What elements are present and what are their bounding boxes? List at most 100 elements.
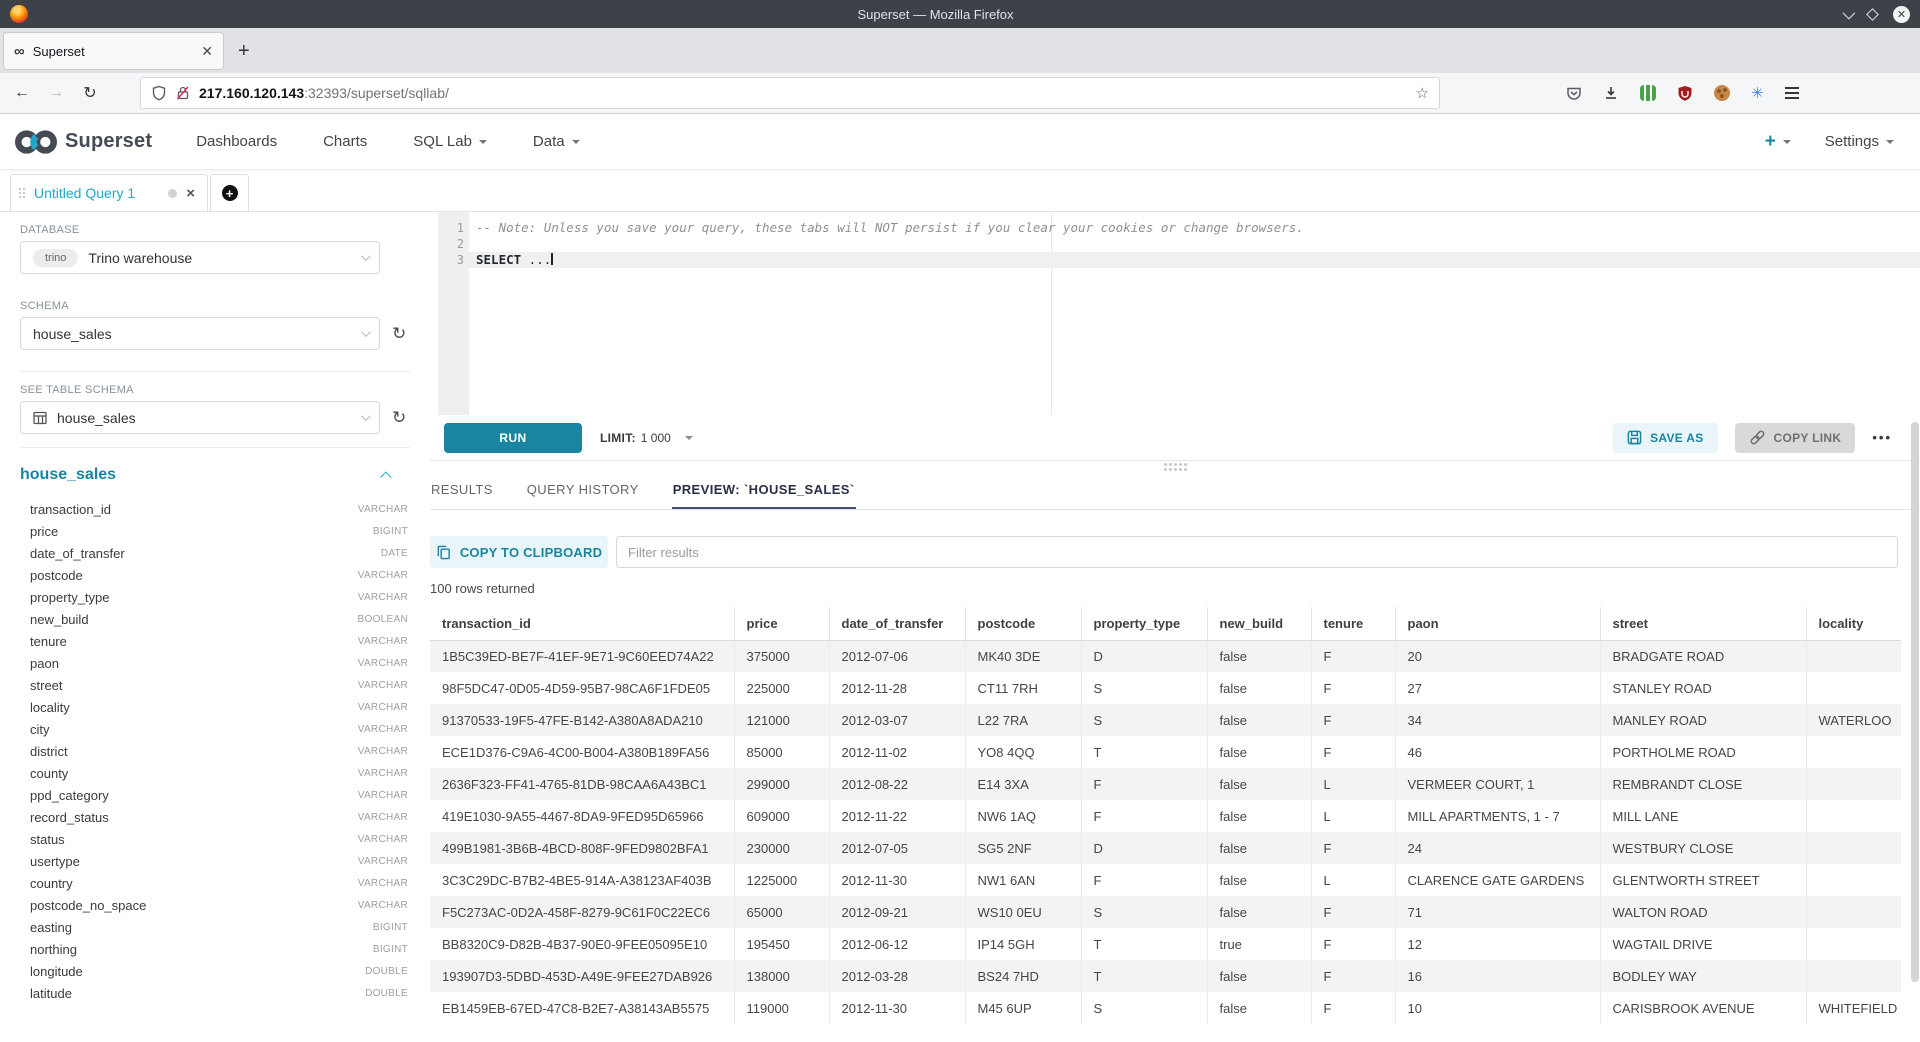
nav-sql-lab[interactable]: SQL Lab xyxy=(413,133,487,150)
schema-column-row[interactable]: paonVARCHAR xyxy=(20,652,408,674)
query-tab-close-icon[interactable]: × xyxy=(186,185,195,202)
insecure-lock-icon[interactable] xyxy=(175,85,191,101)
schema-column-row[interactable]: date_of_transferDATE xyxy=(20,542,408,564)
collapse-chevron-icon[interactable] xyxy=(380,471,391,482)
table-name-heading[interactable]: house_sales xyxy=(20,466,116,484)
schema-column-row[interactable]: postcodeVARCHAR xyxy=(20,564,408,586)
nav-dashboards[interactable]: Dashboards xyxy=(196,133,277,150)
settings-menu[interactable]: Settings xyxy=(1825,133,1894,150)
results-table-body: 1B5C39ED-BE7F-41EF-9E71-9C60EED74A223750… xyxy=(430,640,1901,1024)
add-new-button[interactable]: + xyxy=(1765,131,1791,153)
new-tab-button[interactable]: + xyxy=(238,40,250,63)
url-field[interactable]: 217.160.120.143:32393/superset/sqllab/ ☆ xyxy=(140,77,1440,109)
sql-editor[interactable]: 1 2 3 -- Note: Unless you save your quer… xyxy=(430,212,1920,415)
schema-select[interactable]: house_sales xyxy=(20,317,380,350)
schema-column-row[interactable]: latitudeDOUBLE xyxy=(20,982,408,1004)
browser-tab[interactable]: ∞ Superset ✕ xyxy=(3,32,224,70)
copy-to-clipboard-button[interactable]: COPY TO CLIPBOARD xyxy=(430,536,608,568)
limit-dropdown[interactable]: LIMIT: 1 000 xyxy=(600,431,693,445)
schema-column-row[interactable]: northingBIGINT xyxy=(20,938,408,960)
ublock-origin-icon[interactable] xyxy=(1677,85,1693,101)
starburst-extension-icon[interactable]: ✳ xyxy=(1751,86,1764,101)
copy-link-button[interactable]: COPY LINK xyxy=(1735,423,1856,453)
pocket-icon[interactable] xyxy=(1566,85,1582,101)
schema-column-row[interactable]: countryVARCHAR xyxy=(20,872,408,894)
table-schema-select[interactable]: house_sales xyxy=(20,401,380,434)
schema-column-row[interactable]: countyVARCHAR xyxy=(20,762,408,784)
privacy-badger-icon[interactable] xyxy=(1640,85,1656,101)
column-header[interactable]: postcode xyxy=(965,607,1081,640)
add-query-tab-button[interactable]: + xyxy=(210,174,249,211)
shield-icon[interactable] xyxy=(151,85,167,101)
schema-column-row[interactable]: property_typeVARCHAR xyxy=(20,586,408,608)
schema-column-row[interactable]: transaction_idVARCHAR xyxy=(20,498,408,520)
line-number: 3 xyxy=(438,252,464,268)
schema-column-row[interactable]: postcode_no_spaceVARCHAR xyxy=(20,894,408,916)
column-header[interactable]: transaction_id xyxy=(430,607,734,640)
column-header[interactable]: new_build xyxy=(1207,607,1311,640)
nav-data[interactable]: Data xyxy=(533,133,580,150)
window-close-icon[interactable]: ✕ xyxy=(1893,6,1910,23)
database-select[interactable]: trino Trino warehouse xyxy=(20,241,380,274)
save-as-button[interactable]: SAVE AS xyxy=(1613,423,1717,453)
more-options-button[interactable]: ••• xyxy=(1872,430,1892,445)
column-header[interactable]: tenure xyxy=(1311,607,1395,640)
run-button[interactable]: RUN xyxy=(444,423,582,453)
download-icon[interactable] xyxy=(1603,85,1619,101)
url-text[interactable]: 217.160.120.143:32393/superset/sqllab/ xyxy=(199,85,1408,101)
schema-column-row[interactable]: usertypeVARCHAR xyxy=(20,850,408,872)
table-cell: CLARENCE GATE GARDENS xyxy=(1395,864,1600,896)
table-cell: 27 xyxy=(1395,672,1600,704)
back-icon[interactable]: ← xyxy=(12,84,32,102)
table-cell: YO8 4QQ xyxy=(965,736,1081,768)
window-maximize-icon[interactable] xyxy=(1866,8,1879,21)
column-name: country xyxy=(30,876,73,891)
superset-logo[interactable]: Superset xyxy=(14,128,152,156)
schema-column-row[interactable]: priceBIGINT xyxy=(20,520,408,542)
drag-handle-icon[interactable] xyxy=(19,188,25,198)
schema-column-row[interactable]: ppd_categoryVARCHAR xyxy=(20,784,408,806)
column-header[interactable]: property_type xyxy=(1081,607,1207,640)
forward-icon[interactable]: → xyxy=(46,84,66,102)
column-name: street xyxy=(30,678,63,693)
query-tab-active[interactable]: Untitled Query 1 × xyxy=(10,174,208,211)
hamburger-menu-icon[interactable] xyxy=(1785,87,1799,99)
column-header[interactable]: paon xyxy=(1395,607,1600,640)
refresh-table-icon[interactable]: ↻ xyxy=(392,408,406,428)
schema-column-row[interactable]: longitudeDOUBLE xyxy=(20,960,408,982)
cookie-extension-icon[interactable] xyxy=(1714,85,1730,101)
column-type: VARCHAR xyxy=(358,900,408,911)
schema-column-row[interactable]: new_buildBOOLEAN xyxy=(20,608,408,630)
limit-value: 1 000 xyxy=(641,431,671,445)
schema-column-row[interactable]: districtVARCHAR xyxy=(20,740,408,762)
column-header[interactable]: price xyxy=(734,607,829,640)
tab-query-history[interactable]: QUERY HISTORY xyxy=(526,472,640,509)
results-scrollbar[interactable] xyxy=(1911,422,1919,982)
table-cell: 119000 xyxy=(734,992,829,1024)
column-header[interactable]: date_of_transfer xyxy=(829,607,965,640)
schema-column-row[interactable]: streetVARCHAR xyxy=(20,674,408,696)
tab-close-icon[interactable]: ✕ xyxy=(201,43,213,60)
bookmark-star-icon[interactable]: ☆ xyxy=(1416,84,1429,102)
pane-splitter[interactable] xyxy=(430,461,1920,472)
sqllab-sidebar: DATABASE trino Trino warehouse SCHEMA ho… xyxy=(0,212,430,1042)
schema-column-row[interactable]: eastingBIGINT xyxy=(20,916,408,938)
schema-column-row[interactable]: cityVARCHAR xyxy=(20,718,408,740)
tab-results[interactable]: RESULTS xyxy=(430,472,494,509)
schema-column-row[interactable]: record_statusVARCHAR xyxy=(20,806,408,828)
schema-column-row[interactable]: statusVARCHAR xyxy=(20,828,408,850)
nav-charts[interactable]: Charts xyxy=(323,133,367,150)
column-header[interactable]: locality xyxy=(1806,607,1901,640)
column-header[interactable]: street xyxy=(1600,607,1806,640)
superset-favicon: ∞ xyxy=(14,44,25,59)
schema-column-row[interactable]: tenureVARCHAR xyxy=(20,630,408,652)
schema-column-row[interactable]: localityVARCHAR xyxy=(20,696,408,718)
divider xyxy=(20,447,410,448)
window-minimize-icon[interactable] xyxy=(1843,6,1856,19)
refresh-schema-icon[interactable]: ↻ xyxy=(392,324,406,344)
filter-results-input[interactable] xyxy=(616,536,1898,568)
tab-preview-house-sales[interactable]: PREVIEW: `HOUSE_SALES` xyxy=(672,472,856,509)
reload-icon[interactable]: ↻ xyxy=(80,83,100,103)
table-row: 1B5C39ED-BE7F-41EF-9E71-9C60EED74A223750… xyxy=(430,640,1901,672)
table-row: ECE1D376-C9A6-4C00-B004-A380B189FA568500… xyxy=(430,736,1901,768)
